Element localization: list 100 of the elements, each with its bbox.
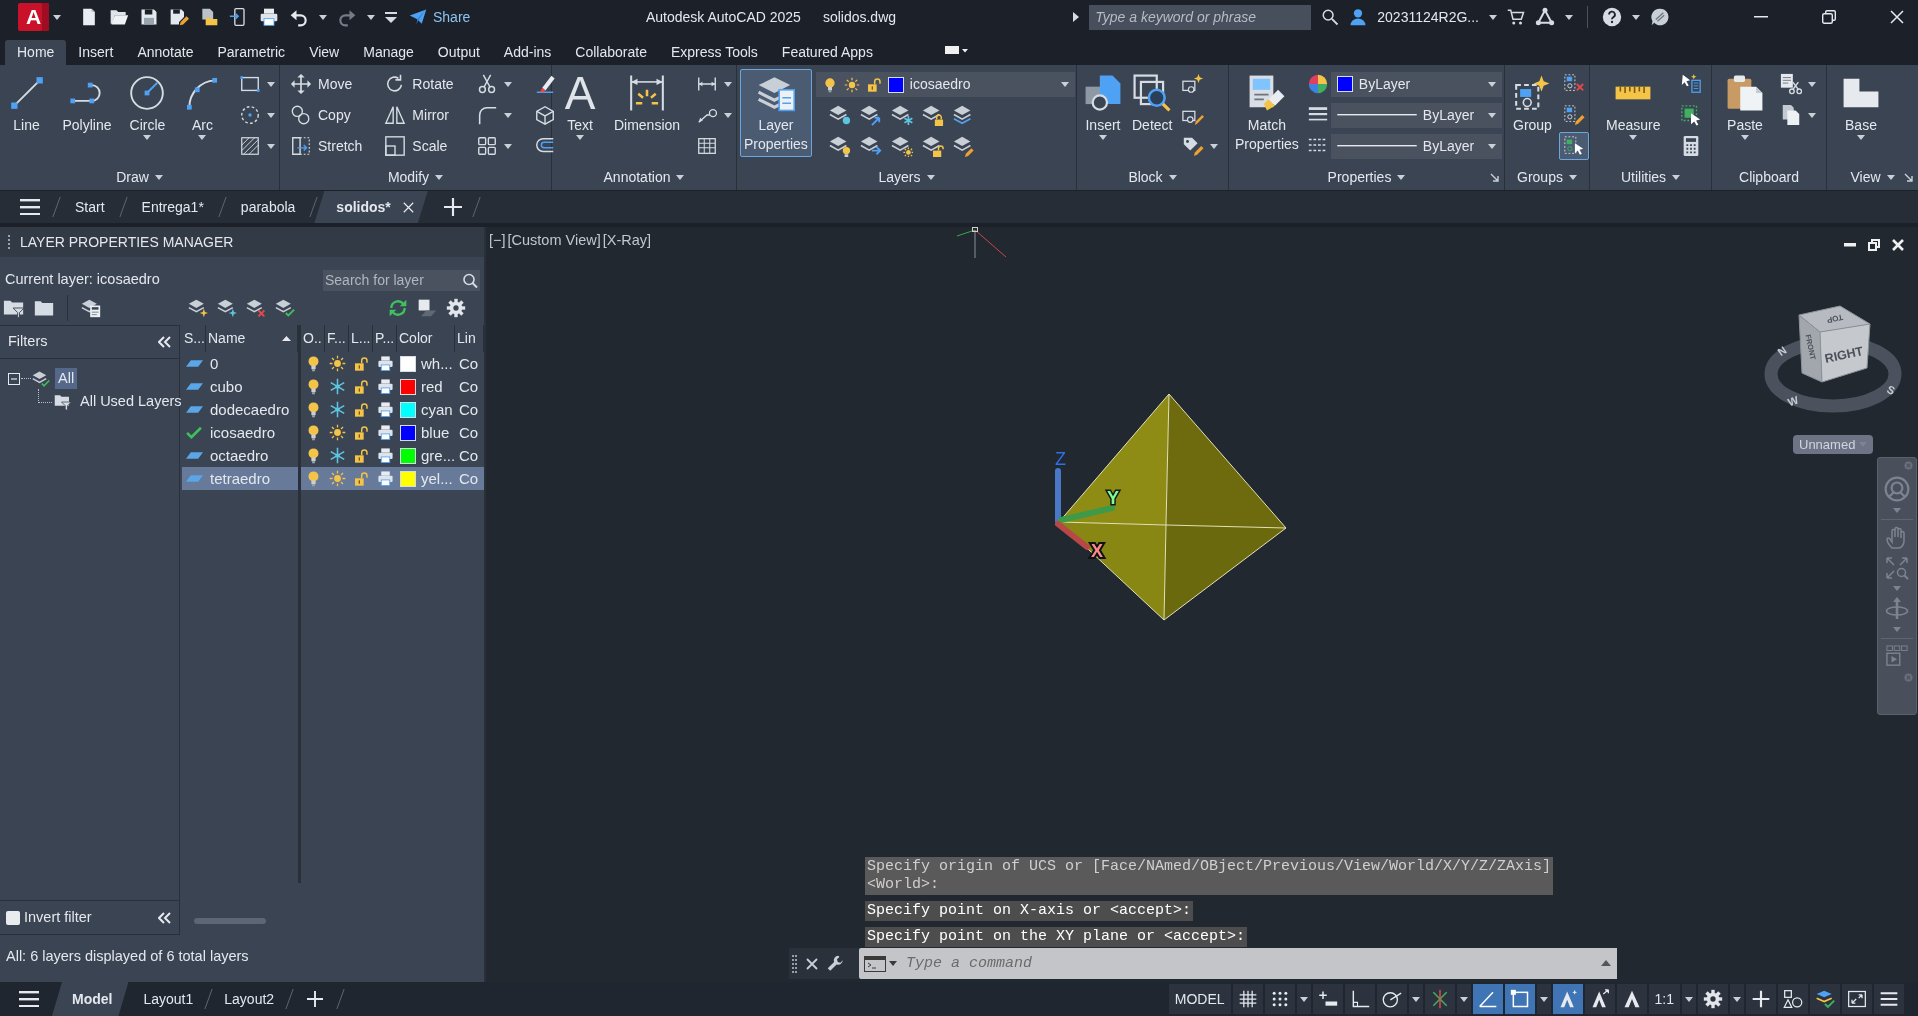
open-lock-icon[interactable] bbox=[353, 470, 369, 487]
color-swatch-icon[interactable] bbox=[400, 447, 416, 464]
status-toggle[interactable] bbox=[1232, 984, 1263, 1014]
checkbox-label[interactable]: Invert filter bbox=[24, 908, 92, 927]
ribbon-tab[interactable]: Output bbox=[425, 40, 492, 65]
ribbon-button[interactable]: Paste bbox=[1722, 69, 1768, 143]
open-lock-icon[interactable] bbox=[353, 355, 369, 372]
ribbon-tool-button[interactable]: Mirror bbox=[380, 101, 458, 129]
status-toggle[interactable] bbox=[1584, 984, 1615, 1014]
layer-dropdown[interactable]: icosaedro bbox=[815, 72, 1075, 97]
status-toggle[interactable] bbox=[1264, 984, 1295, 1014]
status-toggle[interactable] bbox=[1698, 984, 1728, 1014]
ribbon-button[interactable]: A Text bbox=[558, 69, 602, 143]
printer-icon[interactable] bbox=[376, 447, 394, 464]
ribbon-tab[interactable]: Insert bbox=[66, 40, 126, 65]
status-toggle[interactable] bbox=[1552, 984, 1583, 1014]
open-lock-icon[interactable] bbox=[353, 447, 369, 464]
ribbon-tool-button[interactable]: Copy bbox=[286, 101, 367, 129]
caret-icon[interactable] bbox=[1568, 175, 1577, 180]
ribbon-tab[interactable]: Collaborate bbox=[563, 40, 659, 65]
refresh-icon[interactable] bbox=[388, 297, 408, 318]
column-header[interactable]: F... bbox=[325, 325, 349, 352]
checkbox[interactable] bbox=[6, 910, 20, 925]
speech-bubble-icon[interactable] bbox=[1650, 7, 1670, 27]
sun-icon[interactable] bbox=[328, 470, 346, 487]
caret-icon[interactable] bbox=[1168, 175, 1177, 180]
column-header[interactable]: S... bbox=[182, 325, 206, 352]
scrollbar-thumb[interactable] bbox=[194, 918, 266, 924]
document-folder-icon[interactable] bbox=[199, 7, 219, 27]
sun-icon[interactable] bbox=[328, 424, 346, 441]
menu-icon[interactable] bbox=[20, 198, 40, 216]
caret-icon[interactable] bbox=[367, 14, 375, 20]
status-toggle[interactable] bbox=[1778, 984, 1808, 1014]
grip-icon[interactable] bbox=[8, 235, 11, 249]
color-swatch-icon[interactable] bbox=[400, 401, 416, 418]
linetype-dropdown[interactable]: ByLayer bbox=[1330, 133, 1502, 159]
ribbon-tab[interactable]: Express Tools bbox=[658, 40, 770, 65]
collapse-chevrons-icon[interactable] bbox=[158, 911, 171, 924]
caret-icon[interactable] bbox=[1672, 175, 1681, 180]
printer-icon[interactable] bbox=[376, 378, 394, 395]
ribbon-tab[interactable]: Featured Apps bbox=[769, 40, 885, 65]
search-field[interactable]: Search for layer bbox=[323, 269, 460, 291]
layer-check-icon[interactable] bbox=[275, 297, 295, 318]
ribbon-tab[interactable]: Home bbox=[5, 40, 67, 65]
file-tab[interactable]: solidos* bbox=[314, 191, 428, 223]
settings-icon[interactable] bbox=[446, 297, 466, 318]
viewport-control[interactable]: [X-Ray] bbox=[602, 232, 652, 250]
panel-title[interactable]: Block bbox=[1128, 169, 1163, 186]
panel-title[interactable]: Layers bbox=[878, 169, 921, 186]
caret-icon[interactable] bbox=[435, 175, 444, 180]
printer-icon[interactable] bbox=[376, 355, 394, 372]
caret-icon[interactable] bbox=[676, 175, 685, 180]
tree-item[interactable]: All Used Layers bbox=[77, 390, 185, 413]
printer-icon[interactable] bbox=[376, 424, 394, 441]
plus-icon[interactable] bbox=[443, 198, 462, 216]
layer-row[interactable]: blue Co bbox=[301, 421, 484, 444]
layer-row[interactable]: dodecaedro bbox=[182, 398, 298, 421]
tree-item[interactable]: All bbox=[55, 367, 78, 390]
panel-title[interactable]: Properties bbox=[1327, 169, 1392, 186]
dropdown-button[interactable] bbox=[1536, 984, 1551, 1014]
status-toggle[interactable] bbox=[1376, 984, 1407, 1014]
layer-sparkle-icon[interactable] bbox=[217, 297, 237, 318]
ribbon-tool-button[interactable]: Rotate bbox=[380, 70, 458, 98]
viewport-control[interactable]: [Custom View] bbox=[507, 232, 601, 250]
caret-icon[interactable] bbox=[53, 14, 61, 20]
layer-row[interactable]: red Co bbox=[301, 375, 484, 398]
sun-icon[interactable] bbox=[328, 355, 346, 372]
layer-row[interactable]: yel... Co bbox=[301, 467, 484, 490]
open-lock-icon[interactable] bbox=[353, 424, 369, 441]
wrench-icon[interactable] bbox=[827, 954, 845, 973]
ribbon-tool-button[interactable]: Scale bbox=[380, 132, 458, 160]
compass-label[interactable]: S bbox=[1885, 383, 1897, 397]
ribbon-button[interactable]: Polyline bbox=[59, 69, 115, 138]
ribbon-button[interactable]: Match Properties bbox=[1231, 69, 1303, 157]
dropdown-bar-icon[interactable] bbox=[385, 11, 397, 23]
column-header[interactable]: O.. bbox=[301, 325, 325, 352]
search-field[interactable]: Type a keyword or phrase bbox=[1089, 4, 1312, 30]
panel-title[interactable]: Draw bbox=[116, 169, 149, 186]
open-lock-icon[interactable] bbox=[353, 401, 369, 418]
file-tab[interactable]: Entrega1* bbox=[123, 191, 222, 223]
triangle-nodes-icon[interactable] bbox=[1535, 7, 1555, 27]
restore-icon[interactable] bbox=[1822, 10, 1836, 24]
dropdown-button[interactable] bbox=[1456, 984, 1471, 1014]
panel-title[interactable]: Modify bbox=[387, 169, 430, 186]
color-swatch-icon[interactable] bbox=[400, 378, 416, 395]
layer-panel-icon[interactable] bbox=[81, 297, 101, 318]
status-button[interactable]: 1:1 bbox=[1648, 984, 1680, 1014]
panel-toggle-icon[interactable] bbox=[944, 44, 968, 55]
command-input[interactable]: Type a command bbox=[900, 948, 1595, 979]
snowflake-icon[interactable] bbox=[328, 378, 346, 395]
column-header[interactable]: L... bbox=[349, 325, 373, 352]
ribbon-tab[interactable]: Annotate bbox=[125, 40, 206, 65]
restore-icon[interactable] bbox=[1868, 239, 1880, 251]
panel-title[interactable]: Utilities bbox=[1620, 169, 1667, 186]
ribbon-button[interactable]: Base bbox=[1838, 69, 1884, 143]
search-icon[interactable] bbox=[460, 269, 480, 291]
ribbon-tab[interactable]: Parametric bbox=[205, 40, 298, 65]
cart-icon[interactable] bbox=[1507, 8, 1525, 26]
cube-face-label[interactable]: TOP bbox=[1826, 312, 1844, 325]
open-lock-icon[interactable] bbox=[353, 378, 369, 395]
